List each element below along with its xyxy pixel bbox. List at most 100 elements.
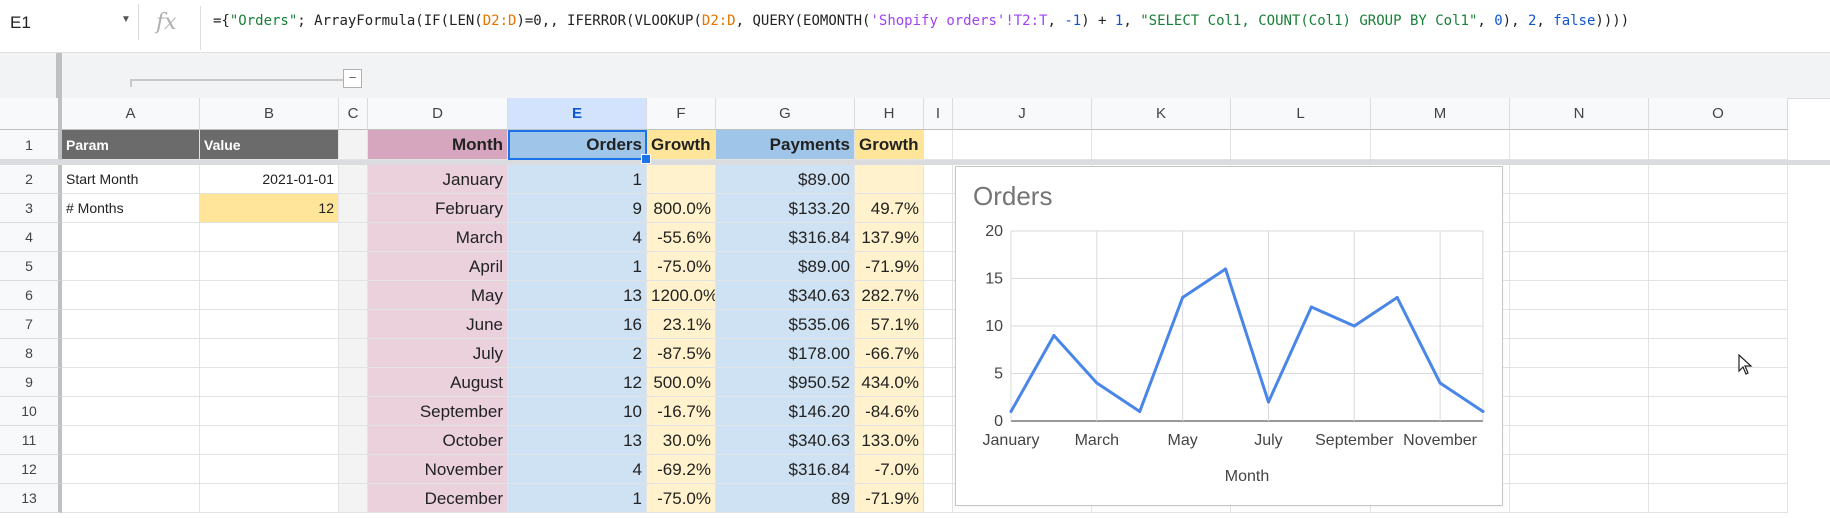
row-header-3[interactable]: 3 (0, 194, 62, 223)
cell-i10[interactable] (924, 397, 953, 426)
cell-a5[interactable] (62, 252, 200, 281)
payments-growth-cell[interactable]: -71.9% (855, 484, 924, 513)
column-header-k[interactable]: K (1092, 98, 1231, 130)
cell-b8[interactable] (200, 339, 339, 368)
orders-growth-cell[interactable]: 30.0% (647, 426, 716, 455)
cell-a12[interactable] (62, 455, 200, 484)
fill-handle[interactable] (641, 154, 651, 164)
param-value[interactable]: 2021-01-01 (200, 165, 339, 194)
cell-c13[interactable] (339, 484, 368, 513)
cell-o12[interactable] (1649, 455, 1788, 484)
formula-input[interactable]: ={"Orders"; ArrayFormula(IF(LEN(D2:D)=0,… (213, 13, 1629, 29)
cell-b4[interactable] (200, 223, 339, 252)
payments-growth-cell[interactable]: -71.9% (855, 252, 924, 281)
payments-cell[interactable]: $316.84 (716, 455, 855, 484)
orders-growth-cell[interactable]: 800.0% (647, 194, 716, 223)
payments-cell[interactable]: 89 (716, 484, 855, 513)
row-header-1[interactable]: 1 (0, 130, 62, 160)
payments-growth-header[interactable]: Growth (855, 130, 924, 160)
cell-c1[interactable] (339, 130, 368, 160)
row-header-11[interactable]: 11 (0, 426, 62, 455)
cell-i8[interactable] (924, 339, 953, 368)
chevron-down-icon[interactable]: ▼ (121, 14, 131, 25)
payments-growth-cell[interactable] (855, 165, 924, 194)
param-value[interactable]: 12 (200, 194, 339, 223)
payments-growth-cell[interactable]: 133.0% (855, 426, 924, 455)
column-header-f[interactable]: F (647, 98, 716, 130)
orders-cell[interactable]: 2 (508, 339, 647, 368)
orders-growth-cell[interactable]: -55.6% (647, 223, 716, 252)
cell-n7[interactable] (1510, 310, 1649, 339)
orders-cell[interactable]: 1 (508, 165, 647, 194)
orders-cell[interactable]: 13 (508, 426, 647, 455)
payments-cell[interactable]: $89.00 (716, 165, 855, 194)
select-all-corner[interactable] (0, 98, 62, 130)
cell-a10[interactable] (62, 397, 200, 426)
month-cell[interactable]: August (368, 368, 508, 397)
cell-o3[interactable] (1649, 194, 1788, 223)
cell-a11[interactable] (62, 426, 200, 455)
cell-o9[interactable] (1649, 368, 1788, 397)
payments-growth-cell[interactable]: -7.0% (855, 455, 924, 484)
orders-growth-cell[interactable]: -75.0% (647, 252, 716, 281)
cell-m1[interactable] (1371, 130, 1510, 160)
column-header-a[interactable]: A (62, 98, 200, 130)
cell-c9[interactable] (339, 368, 368, 397)
cell-i3[interactable] (924, 194, 953, 223)
month-cell[interactable]: October (368, 426, 508, 455)
orders-cell[interactable]: 13 (508, 281, 647, 310)
payments-cell[interactable]: $178.00 (716, 339, 855, 368)
name-box[interactable]: E1 ▼ (0, 4, 139, 40)
row-header-2[interactable]: 2 (0, 165, 62, 194)
cell-o2[interactable] (1649, 165, 1788, 194)
growth-header[interactable]: Growth (647, 130, 716, 160)
cell-i7[interactable] (924, 310, 953, 339)
cell-b7[interactable] (200, 310, 339, 339)
orders-chart[interactable]: Orders 0 5 10 15 20 January March May July Septem… (955, 166, 1503, 506)
payments-cell[interactable]: $316.84 (716, 223, 855, 252)
orders-cell[interactable]: 4 (508, 455, 647, 484)
column-header-l[interactable]: L (1231, 98, 1371, 130)
month-cell[interactable]: September (368, 397, 508, 426)
payments-growth-cell[interactable]: 434.0% (855, 368, 924, 397)
cell-o11[interactable] (1649, 426, 1788, 455)
payments-cell[interactable]: $133.20 (716, 194, 855, 223)
row-header-7[interactable]: 7 (0, 310, 62, 339)
payments-cell[interactable]: $340.63 (716, 426, 855, 455)
cell-i12[interactable] (924, 455, 953, 484)
cell-b12[interactable] (200, 455, 339, 484)
month-cell[interactable]: June (368, 310, 508, 339)
cell-c7[interactable] (339, 310, 368, 339)
param-label[interactable]: Start Month (62, 165, 200, 194)
month-cell[interactable]: July (368, 339, 508, 368)
payments-cell[interactable]: $950.52 (716, 368, 855, 397)
cell-o8[interactable] (1649, 339, 1788, 368)
cell-i1[interactable] (924, 130, 953, 160)
cell-i9[interactable] (924, 368, 953, 397)
column-header-n[interactable]: N (1510, 98, 1649, 130)
orders-growth-cell[interactable] (647, 165, 716, 194)
orders-header[interactable]: Orders (508, 130, 647, 160)
orders-growth-cell[interactable]: -87.5% (647, 339, 716, 368)
cell-b5[interactable] (200, 252, 339, 281)
row-header-13[interactable]: 13 (0, 484, 62, 513)
cell-a13[interactable] (62, 484, 200, 513)
orders-growth-cell[interactable]: 23.1% (647, 310, 716, 339)
row-header-4[interactable]: 4 (0, 223, 62, 252)
cell-b6[interactable] (200, 281, 339, 310)
cell-o7[interactable] (1649, 310, 1788, 339)
cell-a4[interactable] (62, 223, 200, 252)
row-header-9[interactable]: 9 (0, 368, 62, 397)
cell-b11[interactable] (200, 426, 339, 455)
payments-cell[interactable]: $146.20 (716, 397, 855, 426)
column-header-c[interactable]: C (339, 98, 368, 130)
cell-n8[interactable] (1510, 339, 1649, 368)
cell-i6[interactable] (924, 281, 953, 310)
cell-n5[interactable] (1510, 252, 1649, 281)
month-cell[interactable]: April (368, 252, 508, 281)
month-header[interactable]: Month (368, 130, 508, 160)
cell-j1[interactable] (953, 130, 1092, 160)
column-header-h[interactable]: H (855, 98, 924, 130)
cell-c2[interactable] (339, 165, 368, 194)
cell-a7[interactable] (62, 310, 200, 339)
